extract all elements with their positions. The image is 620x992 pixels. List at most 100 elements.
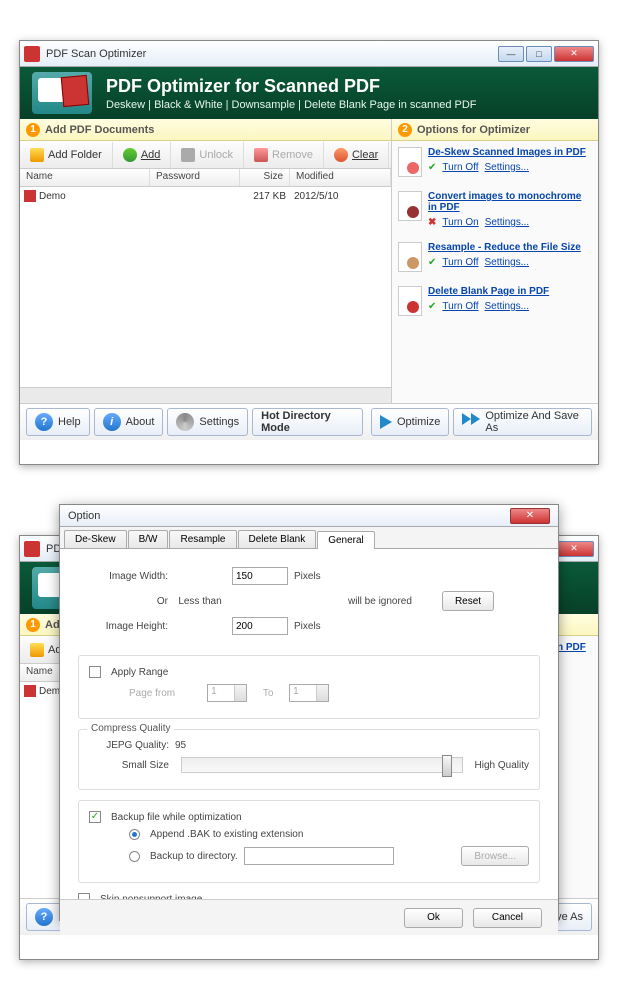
backup-dir-field[interactable] — [244, 847, 394, 865]
file-list[interactable]: Demo 217 KB 2012/5/10 — [20, 187, 391, 387]
documents-pane: 1Add PDF Documents Add Folder Add Unlock… — [20, 119, 392, 403]
folder-icon — [30, 148, 44, 162]
image-width-label: Image Width: — [88, 571, 168, 582]
tab-general[interactable]: General — [317, 531, 375, 549]
tab-bw[interactable]: B/W — [128, 530, 169, 548]
cancel-button[interactable]: Cancel — [473, 908, 542, 928]
documents-toolbar: Add Folder Add Unlock Remove Clear — [20, 141, 391, 169]
bottom-toolbar: ?Help iAbout Settings Hot Directory Mode… — [20, 404, 598, 440]
documents-header: 1Add PDF Documents — [20, 119, 391, 141]
info-icon: i — [103, 413, 121, 431]
option-monochrome: Convert images to monochrome in PDF ✖Tur… — [398, 191, 592, 228]
about-button[interactable]: iAbout — [94, 408, 164, 436]
pdf-icon — [24, 190, 36, 202]
mono-icon — [398, 191, 422, 221]
main-window: PDF Scan Optimizer — □ ✕ PDF Optimizer f… — [19, 40, 599, 465]
unlock-button[interactable]: Unlock — [171, 142, 244, 168]
optimize-button[interactable]: Optimize — [371, 408, 449, 436]
minimize-button[interactable]: — — [498, 46, 524, 62]
play-icon — [380, 415, 392, 429]
toggle-link[interactable]: Turn Off — [442, 257, 478, 268]
dialog-body: Image Width:Pixels OrLess thanwill be ig… — [60, 549, 558, 899]
apply-range-checkbox[interactable] — [89, 666, 101, 678]
hot-directory-button[interactable]: Hot Directory Mode — [252, 408, 363, 436]
compress-group: JEPG Quality:95 Small SizeHigh Quality — [78, 729, 540, 790]
check-icon: ✔ — [428, 257, 436, 268]
option-deskew: De-Skew Scanned Images in PDF ✔Turn OffS… — [398, 147, 592, 177]
remove-button[interactable]: Remove — [244, 142, 324, 168]
backup-dir-radio[interactable] — [129, 851, 140, 862]
settings-link[interactable]: Settings... — [485, 162, 529, 173]
tab-deskew[interactable]: De-Skew — [64, 530, 127, 548]
maximize-button[interactable]: □ — [526, 46, 552, 62]
backup-checkbox[interactable] — [89, 811, 101, 823]
list-columns: Name Password Size Modified — [20, 169, 391, 187]
options-pane: 2Options for Optimizer De-Skew Scanned I… — [392, 119, 598, 403]
option-delete-blank: Delete Blank Page in PDF ✔Turn OffSettin… — [398, 286, 592, 316]
check-icon: ✔ — [428, 162, 436, 173]
image-height-label: Image Height: — [88, 621, 168, 632]
banner: PDF Optimizer for Scanned PDF Deskew | B… — [20, 67, 598, 119]
scanner-icon — [32, 72, 92, 114]
col-password[interactable]: Password — [150, 169, 240, 186]
resample-icon — [398, 242, 422, 272]
x-icon: ✖ — [428, 217, 436, 228]
window-title: PDF Scan Optimizer — [46, 48, 498, 60]
quality-slider[interactable] — [181, 757, 463, 773]
settings-link[interactable]: Settings... — [485, 217, 529, 228]
toggle-link[interactable]: Turn Off — [442, 162, 478, 173]
toggle-link[interactable]: Turn Off — [442, 301, 478, 312]
close-button[interactable]: ✕ — [554, 46, 594, 62]
deskew-icon — [398, 147, 422, 177]
remove-icon — [254, 148, 268, 162]
option-resample: Resample - Reduce the File Size ✔Turn Of… — [398, 242, 592, 272]
browse-button[interactable]: Browse... — [461, 846, 529, 866]
plus-icon — [123, 148, 137, 162]
image-width-field[interactable] — [232, 567, 288, 585]
add-button[interactable]: Add — [113, 142, 172, 168]
ok-button[interactable]: Ok — [404, 908, 463, 928]
tab-delete-blank[interactable]: Delete Blank — [238, 530, 317, 548]
skip-nonsupport-checkbox[interactable] — [78, 893, 90, 899]
jpeg-quality-label: JEPG Quality: — [89, 740, 169, 751]
dialog-footer: Ok Cancel — [60, 899, 558, 935]
banner-title: PDF Optimizer for Scanned PDF — [106, 76, 477, 97]
settings-link[interactable]: Settings... — [485, 301, 529, 312]
step-icon: 1 — [26, 123, 40, 137]
reset-button[interactable]: Reset — [442, 591, 494, 611]
app-icon — [24, 46, 40, 62]
tab-resample[interactable]: Resample — [169, 530, 236, 548]
help-button[interactable]: ?Help — [26, 408, 90, 436]
double-play-icon — [462, 413, 480, 431]
toggle-link[interactable]: Turn On — [442, 217, 478, 228]
small-size-label: Small Size — [89, 760, 169, 771]
clear-button[interactable]: Clear — [324, 142, 389, 168]
check-icon: ✔ — [428, 301, 436, 312]
settings-button[interactable]: Settings — [167, 408, 248, 436]
optimize-save-button[interactable]: Optimize And Save As — [453, 408, 592, 436]
list-item[interactable]: Demo 217 KB 2012/5/10 — [20, 187, 391, 205]
dialog-close-button[interactable]: ✕ — [510, 508, 550, 524]
col-size[interactable]: Size — [240, 169, 290, 186]
add-folder-button[interactable]: Add Folder — [20, 142, 113, 168]
lock-icon — [181, 148, 195, 162]
image-height-field[interactable] — [232, 617, 288, 635]
page-to-spinner[interactable]: 1 — [289, 684, 329, 702]
or-label: Or — [88, 596, 168, 607]
delete-blank-icon — [398, 286, 422, 316]
settings-link[interactable]: Settings... — [485, 257, 529, 268]
option-dialog: Option✕ De-Skew B/W Resample Delete Blan… — [59, 504, 559, 921]
help-icon: ? — [35, 413, 53, 431]
tools-icon — [176, 413, 194, 431]
options-header: 2Options for Optimizer — [392, 119, 598, 141]
dialog-titlebar[interactable]: Option✕ — [60, 505, 558, 527]
col-name[interactable]: Name — [20, 169, 150, 186]
step-icon: 2 — [398, 123, 412, 137]
titlebar[interactable]: PDF Scan Optimizer — □ ✕ — [20, 41, 598, 67]
append-bak-radio[interactable] — [129, 829, 140, 840]
page-from-spinner[interactable]: 1 — [207, 684, 247, 702]
dialog-title: Option — [68, 510, 510, 522]
dialog-tabs: De-Skew B/W Resample Delete Blank Genera… — [60, 527, 558, 549]
horizontal-scrollbar[interactable] — [20, 387, 391, 403]
col-modified[interactable]: Modified — [290, 169, 391, 186]
